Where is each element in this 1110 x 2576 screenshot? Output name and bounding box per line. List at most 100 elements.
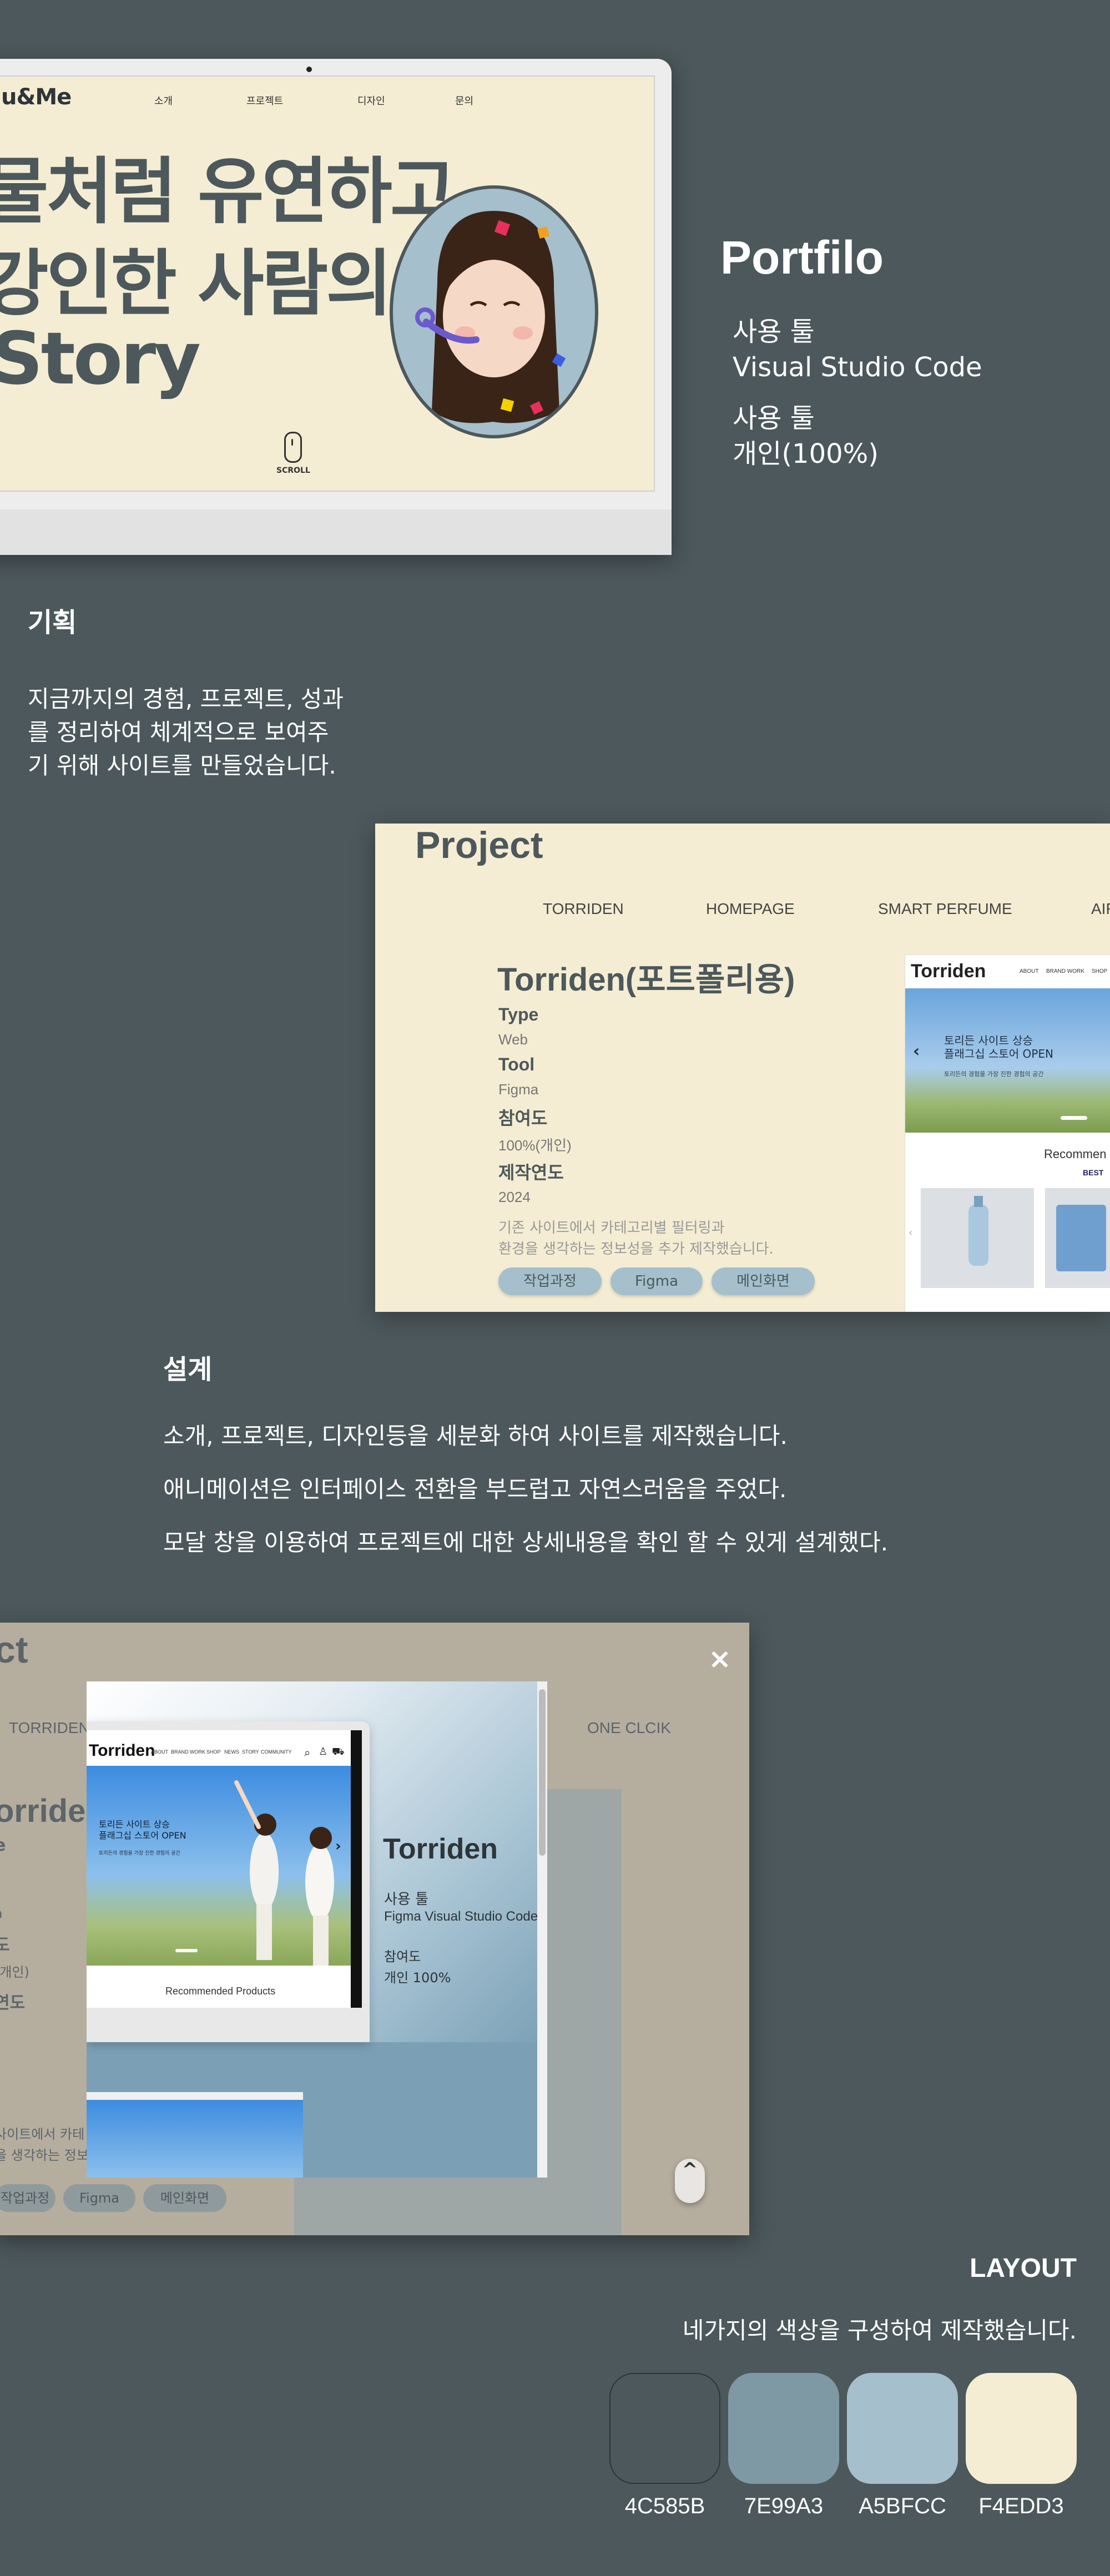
hero-headline-2: 강인한 사람의 (0, 241, 392, 326)
scroll-label: SCROLL (276, 466, 310, 475)
device-nav-5: COMMUNITY (261, 1749, 292, 1755)
device-nav-4: STORY (242, 1749, 259, 1755)
device-mockup: Torriden ABOUT BRAND WORK SHOP NEWS STOR… (87, 1721, 370, 2042)
info-label: 사용 툴 (733, 316, 815, 347)
bg-process-button: 작업과정 (0, 2184, 56, 2212)
mask-pack-icon (1056, 1205, 1106, 1271)
figma-button[interactable]: Figma (610, 1267, 703, 1295)
device-nav-1: BRAND WORK (171, 1749, 206, 1755)
scrollbar-thumb[interactable] (539, 1689, 546, 1856)
preview-nav-shop: SHOP (1092, 968, 1108, 974)
scroll-indicator[interactable]: SCROLL (276, 432, 310, 475)
preview-product-1[interactable] (921, 1188, 1034, 1288)
bg-tab-oneclick: ONE CLCIK (587, 1719, 671, 1736)
design-heading: 설계 (163, 1354, 213, 1385)
close-icon[interactable]: × (708, 1643, 731, 1675)
device-banner-line2: 플래그십 스토어 OPEN (99, 1830, 186, 1841)
field-type-value: Web (498, 1031, 528, 1048)
hero-nav: 소개 프로젝트 디자인 문의 (0, 93, 654, 110)
nav-item-contact[interactable]: 문의 (455, 93, 473, 108)
preview-best-badge: BEST (1083, 1168, 1104, 1177)
bg-main-button: 메인화면 (143, 2184, 226, 2212)
nav-item-project[interactable]: 프로젝트 (246, 93, 283, 108)
device-brand: Torriden (89, 1741, 155, 1760)
field-year-key: 제작연도 (498, 1163, 564, 1183)
tab-air[interactable]: AIR (1091, 900, 1110, 918)
layout-title: LAYOUT (970, 2254, 1077, 2283)
preview-banner-sub: 토리든의 경험을 가장 진한 경험의 공간 (944, 1070, 1044, 1078)
chevron-left-icon[interactable]: ‹ (913, 1042, 920, 1061)
hero-headline-3: Story (0, 316, 201, 401)
people-illustration (234, 1780, 334, 1966)
tab-torriden[interactable]: TORRIDEN (543, 900, 624, 918)
modal-part-label: 참여도 (384, 1949, 421, 1964)
bg-field: 도 (0, 1936, 10, 1955)
planning-text: 지금까지의 경험, 프로젝트, 성과 를 정리하여 체계적으로 보여주 기 위해… (28, 683, 344, 782)
swatch-4 (966, 2373, 1077, 2484)
avatar-illustration (415, 211, 566, 423)
preview-banner-line2: 플래그십 스토어 OPEN (944, 1047, 1053, 1060)
swatch-2 (728, 2373, 839, 2484)
scroll-top-button[interactable]: ^ (675, 2159, 705, 2203)
field-year-value: 2024 (498, 1189, 531, 1205)
desc-line: 기존 사이트에서 카테고리별 필터링과 (498, 1220, 725, 1236)
planning-heading: 기획 (28, 607, 77, 638)
layout-subtitle: 네가지의 색상을 구성하여 제작했습니다. (682, 2317, 1077, 2344)
preview-nav-about: ABOUT (1020, 968, 1039, 974)
design-line: 모달 창을 이용하여 프로젝트에 대한 상세내용을 확인 할 수 있게 설계했다… (163, 1529, 889, 1556)
planning-line: 를 정리하여 체계적으로 보여주 (28, 719, 329, 746)
bg-section-title: ct (0, 1629, 28, 1671)
device-bezel (351, 1730, 362, 2008)
project-title: Torriden(포트폴리용) (497, 962, 795, 998)
site-preview[interactable]: Torriden ABOUT BRAND WORK SHOP 토리든 사이트 상… (905, 954, 1110, 1312)
design-line: 소개, 프로젝트, 디자인등을 세분화 하여 사이트를 제작했습니다. (163, 1422, 788, 1449)
planning-line: 기 위해 사이트를 만들었습니다. (28, 752, 336, 779)
design-line: 애니메이션은 인터페이스 전환을 부드럽고 자연스러움을 주었다. (163, 1476, 787, 1503)
hero-screen: u&Me 소개 프로젝트 디자인 문의 물처럼 유연하고 강인한 사람의 Sto… (0, 75, 655, 492)
preview-banner: 토리든 사이트 상승 플래그십 스토어 OPEN 토리든의 경험을 가장 진한 … (905, 988, 1110, 1133)
bg-desc: 을 생각하는 정보 (0, 2148, 89, 2163)
preview-brand: Torriden (911, 961, 986, 982)
modal-project-title: Torriden (383, 1833, 498, 1865)
nav-item-design[interactable]: 디자인 (357, 93, 385, 108)
portfolio-title: Portfilo (720, 231, 884, 284)
device-banner: 토리든 사이트 상승 플래그십 스토어 OPEN 토리든의 경험을 가장 진한 … (87, 1766, 362, 1966)
tab-homepage[interactable]: HOMEPAGE (706, 900, 795, 918)
device-screen: Torriden ABOUT BRAND WORK SHOP NEWS STOR… (87, 1730, 362, 2008)
field-participation-key: 참여도 (498, 1108, 548, 1128)
process-button[interactable]: 작업과정 (498, 1267, 602, 1295)
preview-product-2[interactable] (1045, 1188, 1110, 1288)
device-nav-3: NEWS (224, 1749, 239, 1755)
field-participation-value: 100%(개인) (498, 1137, 572, 1154)
modal-window: Torriden ABOUT BRAND WORK SHOP NEWS STOR… (87, 1681, 547, 2178)
nav-item-about[interactable]: 소개 (154, 93, 173, 108)
swatch-label-4: F4EDD3 (978, 2494, 1064, 2518)
swatch-label-1: 4C585B (624, 2494, 705, 2518)
slider-dot[interactable] (1061, 1116, 1087, 1120)
device-nav-0: ABOUT (151, 1749, 169, 1755)
bottle-icon (968, 1196, 988, 1266)
field-type-key: Type (498, 1004, 539, 1024)
bg-desc: 사이트에서 카테 (0, 2127, 85, 2142)
bg-field: (개인) (0, 1964, 29, 1980)
modal-part-value: 개인 100% (384, 1970, 451, 1986)
modal-scrollbar[interactable] (537, 1681, 547, 2178)
chevron-left-small-icon[interactable]: ‹ (909, 1227, 912, 1239)
modal-tool-label: 사용 툴 (384, 1891, 429, 1908)
modal-tool-value: Figma Visual Studio Code (384, 1909, 538, 1924)
swatch-1 (609, 2373, 720, 2484)
device-nav-2: SHOP (206, 1749, 221, 1755)
swatch-label-2: 7E99A3 (744, 2494, 824, 2518)
search-icon: ⌕ (304, 1746, 311, 1759)
main-screen-button[interactable]: 메인화면 (712, 1267, 815, 1295)
info-value: Visual Studio Code (733, 352, 982, 383)
project-description: 기존 사이트에서 카테고리별 필터링과 환경을 생각하는 정보성을 추가 제작했… (498, 1218, 831, 1260)
info-value: 개인(100%) (733, 438, 879, 469)
info-label: 사용 툴 (733, 403, 815, 434)
cart-icon: ⛟ (332, 1746, 345, 1757)
planning-line: 지금까지의 경험, 프로젝트, 성과 (28, 685, 344, 713)
tab-smart-perfume[interactable]: SMART PERFUME (878, 900, 1012, 918)
device-section-title: Recommended Products (165, 1986, 276, 1997)
hero-headline-1: 물처럼 유연하고 (0, 149, 456, 234)
slider-dot[interactable] (175, 1949, 198, 1952)
